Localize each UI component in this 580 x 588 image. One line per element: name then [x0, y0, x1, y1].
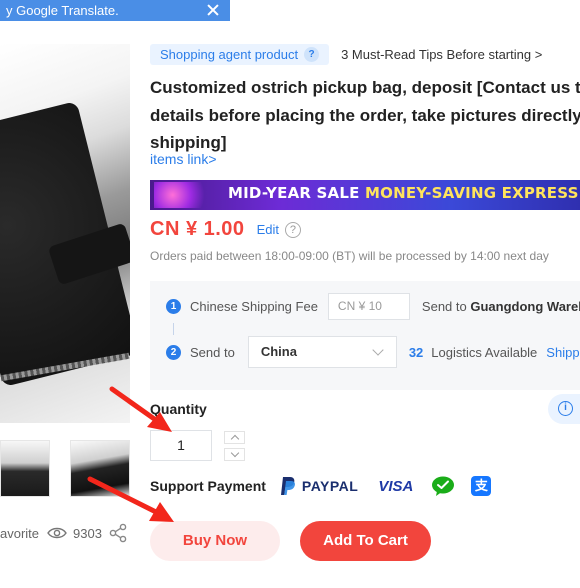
payment-label: Support Payment: [150, 478, 266, 494]
thumbnail-1[interactable]: [0, 440, 50, 497]
visa-icon: VISA: [378, 477, 414, 495]
warehouse-name: Guangdong Wareho: [470, 299, 580, 314]
step-2-badge: 2: [166, 344, 181, 360]
thumbnail-2[interactable]: [70, 440, 130, 497]
quantity-input[interactable]: 1: [150, 430, 212, 461]
step-connector: [173, 323, 174, 335]
quantity-decrease-button[interactable]: [224, 448, 245, 461]
shopping-agent-tag[interactable]: Shopping agent product ?: [150, 44, 330, 65]
shipping-fee-field: CN ¥ 10: [327, 293, 410, 320]
promo-decoration: [154, 182, 216, 208]
title-line: details before placing the order, take p…: [150, 105, 580, 125]
payment-row: Support Payment PAYPAL VISA 支: [150, 473, 492, 499]
send-to-label-2: Send to: [190, 344, 235, 360]
chevron-down-icon: [372, 344, 384, 356]
paypal-text: PAYPAL: [301, 478, 359, 494]
share-icon[interactable]: [108, 523, 128, 543]
order-processing-note: Orders paid between 18:00-09:00 (BT) wil…: [150, 249, 549, 263]
promo-text-b: MONEY-SAVING EXPRESS: [365, 184, 579, 202]
shipping-fee-row: 1 Chinese Shipping Fee CN ¥ 10 Send to G…: [166, 293, 580, 320]
promo-text: MID-YEAR SALE MONEY-SAVING EXPRESS: [228, 184, 579, 202]
title-line: Customized ostrich pickup bag, deposit […: [150, 78, 580, 97]
favorite-stats: avorite 9303: [0, 523, 128, 543]
wechat-pay-icon: [432, 476, 455, 496]
info-icon: i: [558, 401, 573, 416]
add-to-cart-button[interactable]: Add To Cart: [300, 521, 431, 561]
alipay-icon: 支: [471, 476, 492, 496]
product-title: Customized ostrich pickup bag, deposit […: [150, 74, 580, 157]
price-value: CN ¥ 1.00: [150, 218, 245, 240]
tips-link[interactable]: 3 Must-Read Tips Before starting >: [341, 47, 542, 62]
send-to-warehouse: Send to Guangdong Wareho: [422, 299, 580, 314]
question-icon[interactable]: ?: [284, 221, 301, 238]
tag-row: Shopping agent product ? 3 Must-Read Tip…: [150, 44, 542, 65]
logistics-count: 32: [408, 344, 424, 360]
translate-banner-text: y Google Translate.: [6, 3, 119, 18]
quantity-increase-button[interactable]: [224, 431, 245, 444]
price-row: CN ¥ 1.00 Edit ?: [150, 218, 301, 241]
eye-icon: [47, 527, 67, 539]
send-to-label: Send to: [421, 299, 467, 314]
google-translate-banner: y Google Translate.: [0, 0, 230, 21]
step-1-badge: 1: [166, 299, 181, 314]
country-select[interactable]: China: [247, 336, 397, 368]
items-link[interactable]: items link>: [150, 151, 217, 167]
close-icon[interactable]: [206, 2, 220, 18]
paypal-icon: [280, 477, 295, 495]
shipping-box: 1 Chinese Shipping Fee CN ¥ 10 Send to G…: [150, 281, 580, 390]
view-count: 9303: [73, 525, 102, 541]
quantity-label: Quantity: [150, 401, 207, 417]
shipping-fee-label: Chinese Shipping Fee: [190, 299, 318, 314]
main-product-image: [0, 44, 130, 423]
favorite-label[interactable]: avorite: [0, 526, 39, 541]
info-button[interactable]: i: [548, 394, 580, 424]
paypal-logo: PAYPAL: [280, 476, 358, 496]
destination-row: 2 Send to China 32 Logistics Available S…: [166, 336, 580, 368]
help-icon[interactable]: ?: [304, 47, 320, 62]
logistics-label: Logistics Available: [431, 344, 538, 360]
country-value: China: [260, 344, 297, 359]
promo-banner[interactable]: MID-YEAR SALE MONEY-SAVING EXPRESS: [150, 180, 580, 210]
shipping-link[interactable]: Shippin: [546, 345, 580, 360]
agent-tag-label: Shopping agent product: [160, 47, 299, 62]
edit-price-link[interactable]: Edit: [257, 222, 279, 237]
buy-now-button[interactable]: Buy Now: [150, 521, 280, 561]
promo-text-a: MID-YEAR SALE: [228, 184, 360, 202]
